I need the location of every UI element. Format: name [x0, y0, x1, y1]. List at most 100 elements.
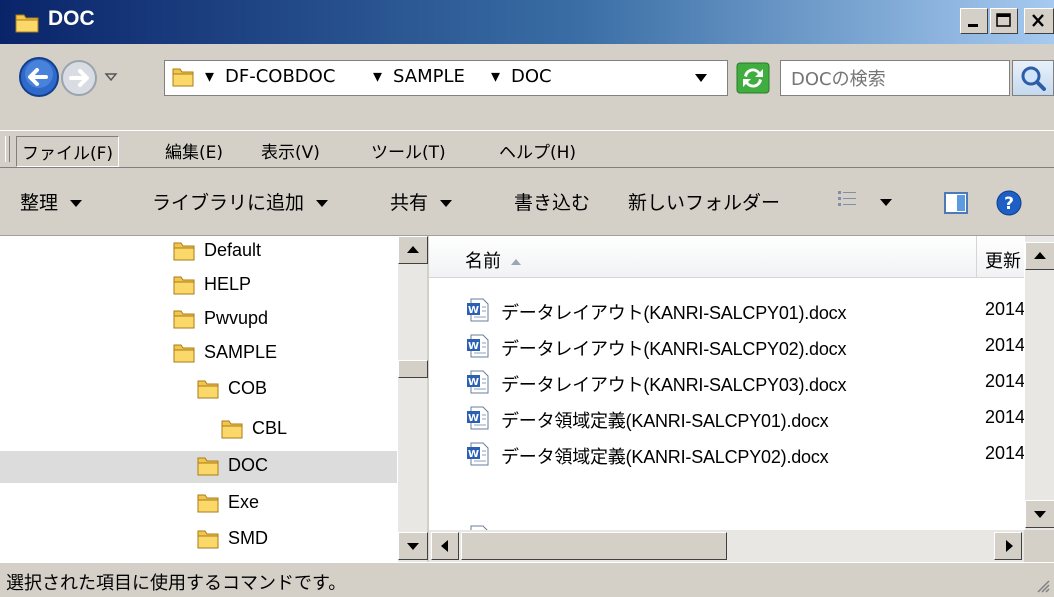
column-date-header[interactable]: 更新	[985, 247, 1021, 273]
word-doc-icon: W	[467, 370, 489, 394]
file-row[interactable]: W データ領域定義(KANRI-SALCPY02).docx 2014	[429, 436, 1025, 472]
minimize-icon	[968, 24, 978, 27]
folder-icon	[197, 530, 219, 549]
burn-button[interactable]: 書き込む	[514, 188, 590, 215]
preview-pane-icon[interactable]	[944, 192, 968, 214]
menu-file[interactable]: ファイル(F)	[16, 136, 120, 167]
column-name-label: 名前	[465, 251, 501, 272]
file-row[interactable]: W データレイアウト(KANRI-SALCPY03).docx 2014	[429, 364, 1025, 400]
tree-item-label: HELP	[204, 274, 252, 294]
breadcrumb-separator[interactable]: ▾	[491, 66, 500, 87]
file-date: 2014	[985, 443, 1026, 463]
file-vertical-scrollbar[interactable]	[1024, 236, 1054, 530]
minimize-button[interactable]	[960, 8, 988, 34]
right-arrow-icon	[1006, 540, 1013, 552]
folder-icon	[197, 380, 219, 399]
search-button[interactable]	[1012, 60, 1054, 96]
folder-icon	[15, 14, 39, 33]
file-row[interactable]: W データレイアウト(KANRI-SALCPY01).docx 2014	[429, 292, 1025, 328]
file-horizontal-scrollbar[interactable]	[429, 530, 1024, 562]
folder-icon	[221, 420, 243, 439]
column-divider[interactable]	[976, 236, 977, 278]
word-doc-icon: W	[467, 406, 489, 430]
scroll-right-button[interactable]	[994, 532, 1022, 560]
resize-grip-icon[interactable]	[1034, 577, 1050, 593]
close-button[interactable]	[1024, 8, 1054, 34]
left-arrow-icon	[441, 540, 448, 552]
tree-item-label: Default	[204, 240, 262, 260]
file-date: 2014	[985, 407, 1026, 427]
status-text: 選択された項目に使用するコマンドです。	[6, 573, 347, 594]
share-button[interactable]: 共有	[390, 188, 453, 215]
folder-icon	[173, 242, 195, 261]
scroll-down-button[interactable]	[398, 532, 428, 560]
down-arrow-icon	[1034, 511, 1046, 518]
scroll-up-button[interactable]	[398, 236, 428, 264]
svg-text:?: ?	[1004, 194, 1014, 214]
menu-tools[interactable]: ツール(T)	[366, 136, 451, 165]
svg-text:W: W	[468, 449, 479, 460]
tree-vertical-scrollbar[interactable]	[397, 236, 428, 562]
tree-item-label: SMD	[228, 528, 268, 548]
file-row[interactable]: W データ領域定義(KANRI-SALCPY01).docx 2014	[429, 400, 1025, 436]
breadcrumb-separator[interactable]: ▾	[373, 66, 382, 87]
tree-item-label: Pwvupd	[204, 308, 269, 328]
word-doc-icon: W	[467, 334, 489, 358]
organize-button[interactable]: 整理	[20, 188, 83, 215]
search-input[interactable]	[789, 63, 993, 95]
menu-edit[interactable]: 編集(E)	[160, 136, 228, 165]
explorer-window: DOC ▾ DF-COBDOC ▾ SAMPLE ▾ DOC DOCの検索 ファ…	[0, 0, 1054, 597]
svg-text:W: W	[468, 305, 479, 316]
view-icon	[838, 191, 856, 206]
scroll-up-button[interactable]	[1025, 242, 1054, 270]
scroll-down-button[interactable]	[1025, 500, 1054, 528]
search-icon	[1021, 66, 1046, 91]
recent-pages-dropdown[interactable]	[104, 70, 118, 84]
file-date: 2014	[985, 299, 1026, 319]
command-bar: 整理 ライブラリに追加 共有 書き込む 新しいフォルダー ?	[0, 168, 1054, 236]
breadcrumb-separator[interactable]: ▾	[205, 66, 214, 87]
add-to-library-button[interactable]: ライブラリに追加	[152, 188, 329, 215]
up-arrow-icon	[1034, 252, 1046, 259]
back-button[interactable]	[18, 56, 60, 98]
tree-item-label: DOC	[228, 455, 268, 475]
address-bar[interactable]: ▾ DF-COBDOC ▾ SAMPLE ▾ DOC	[164, 60, 728, 96]
svg-text:W: W	[468, 341, 479, 352]
file-date: 2014	[985, 371, 1026, 391]
tree-item-label: COB	[228, 378, 268, 398]
forward-button[interactable]	[60, 59, 98, 97]
new-folder-button[interactable]: 新しいフォルダー	[628, 188, 780, 215]
maximize-button[interactable]	[990, 8, 1018, 34]
file-date: 2014	[985, 335, 1026, 355]
folder-icon	[197, 494, 219, 513]
organize-label: 整理	[20, 192, 59, 214]
refresh-button[interactable]	[736, 62, 770, 94]
menu-grip[interactable]	[5, 136, 10, 162]
breadcrumb-doc[interactable]: DOC	[511, 66, 552, 87]
file-row[interactable]: W データレイアウト(KANRI-SALCPY02).docx 2014	[429, 328, 1025, 364]
breadcrumb-df-cobdoc[interactable]: DF-COBDOC	[225, 66, 335, 87]
file-name: データレイアウト(KANRI-SALCPY01).docx	[501, 303, 847, 323]
file-list-pane[interactable]: 名前 更新 W データレイアウト(KANRI-SALCPY01).docx 2014…	[429, 236, 1054, 562]
menu-help[interactable]: ヘルプ(H)	[494, 136, 581, 165]
scroll-thumb[interactable]	[461, 532, 727, 560]
view-options-button[interactable]	[838, 190, 892, 213]
folder-icon	[173, 310, 195, 329]
up-arrow-icon	[407, 246, 419, 253]
tree-item-label: Exe	[228, 492, 260, 512]
sort-ascending-icon	[511, 259, 521, 265]
share-label: 共有	[390, 192, 429, 214]
help-icon[interactable]: ?	[996, 190, 1022, 216]
menu-view[interactable]: 表示(V)	[256, 136, 325, 165]
tree-item-label: CBL	[252, 418, 288, 438]
scroll-left-button[interactable]	[431, 532, 459, 560]
search-box[interactable]	[780, 60, 1010, 96]
title-bar[interactable]: DOC	[0, 0, 1054, 44]
scroll-thumb[interactable]	[398, 360, 428, 378]
menu-bar: ファイル(F) 編集(E) 表示(V) ツール(T) ヘルプ(H)	[0, 130, 1054, 168]
column-name-header[interactable]: 名前	[465, 247, 521, 273]
breadcrumb-sample[interactable]: SAMPLE	[393, 66, 465, 87]
svg-text:W: W	[468, 377, 479, 388]
word-doc-icon: W	[467, 298, 489, 322]
address-history-dropdown[interactable]	[695, 74, 707, 83]
